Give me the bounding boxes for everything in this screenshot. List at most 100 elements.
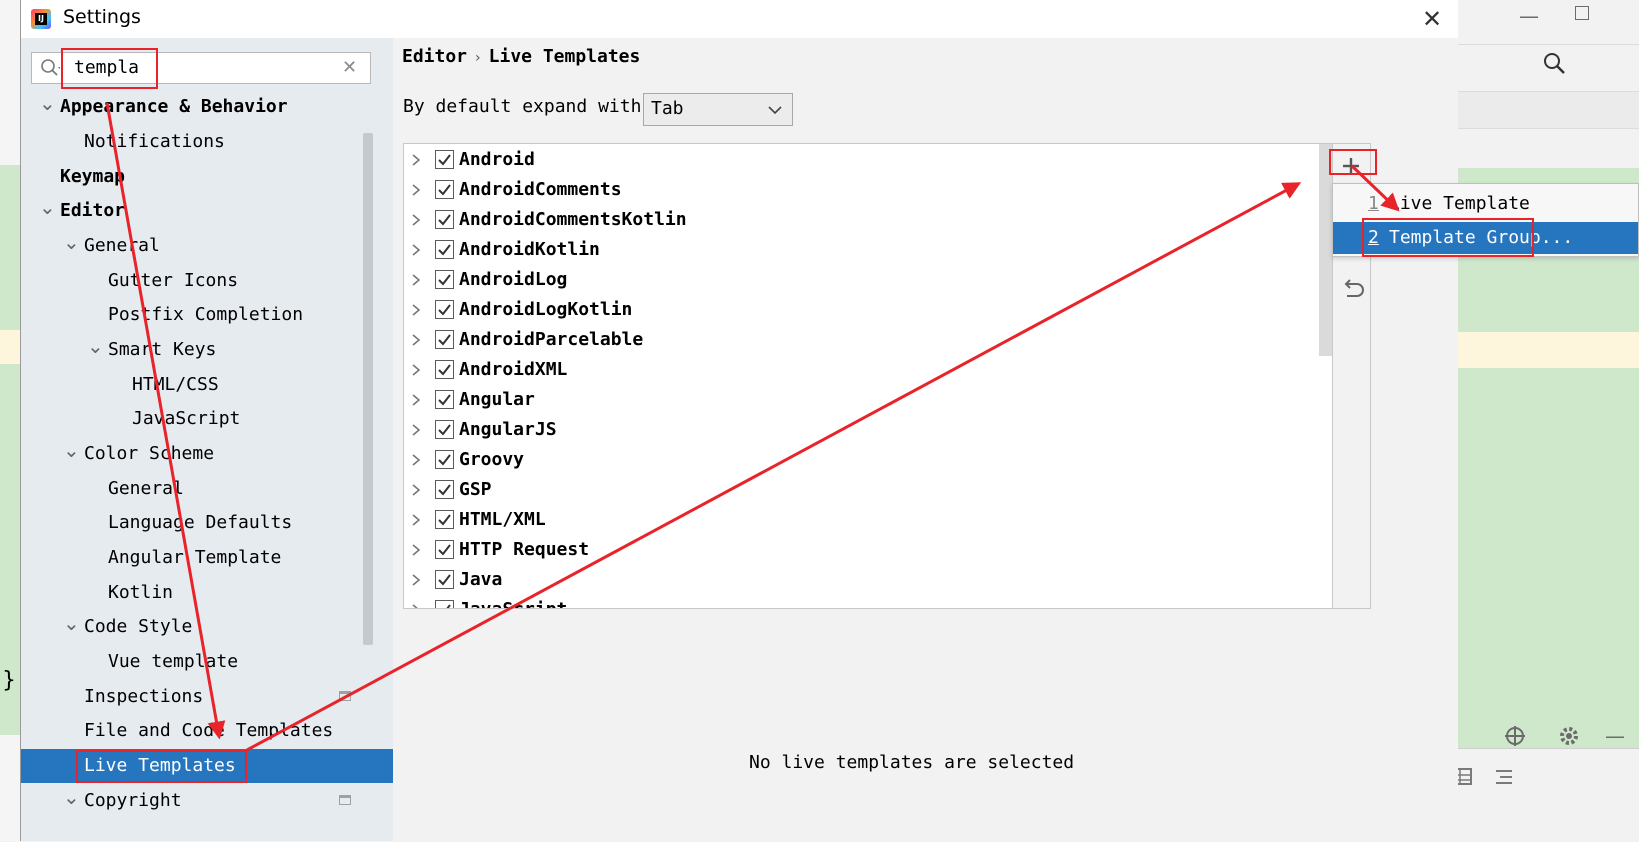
- template-group-checkbox[interactable]: [435, 570, 454, 589]
- chevron-right-icon[interactable]: [410, 574, 422, 586]
- template-group-checkbox[interactable]: [435, 330, 454, 349]
- chevron-right-icon[interactable]: [410, 424, 422, 436]
- tree-item-label: Postfix Completion: [108, 304, 304, 325]
- template-group-row[interactable]: AndroidLogKotlin: [404, 295, 1314, 325]
- ide-right-tab-strip: [1457, 92, 1639, 129]
- dialog-titlebar[interactable]: IJ Settings ✕: [21, 0, 1458, 38]
- template-group-row[interactable]: AndroidCommentsKotlin: [404, 205, 1314, 235]
- template-group-checkbox[interactable]: [435, 510, 454, 529]
- chevron-right-icon[interactable]: [410, 604, 422, 609]
- template-group-row[interactable]: AndroidKotlin: [404, 235, 1314, 265]
- chevron-down-icon[interactable]: ⌄: [63, 784, 80, 810]
- chevron-right-icon[interactable]: [410, 364, 422, 376]
- list-scrollbar[interactable]: [1319, 144, 1332, 356]
- settings-nav-panel: templa ✕ ⌄ Appearance & Behavior Notificat…: [21, 38, 393, 841]
- template-group-checkbox[interactable]: [435, 300, 454, 319]
- tree-item[interactable]: Notifications: [21, 125, 393, 159]
- template-group-row[interactable]: HTTP Request: [404, 535, 1314, 565]
- template-group-checkbox[interactable]: [435, 240, 454, 259]
- template-group-row[interactable]: Groovy: [404, 445, 1314, 475]
- chevron-down-icon[interactable]: ⌄: [39, 90, 56, 116]
- maximize-icon[interactable]: [1575, 6, 1589, 20]
- tree-item[interactable]: ⌄ Code Style: [21, 610, 393, 644]
- tree-item-label: Vue template: [108, 651, 239, 672]
- tree-item[interactable]: ⌄ Editor: [21, 194, 393, 228]
- tree-item[interactable]: Postfix Completion: [21, 298, 393, 332]
- tree-item[interactable]: Gutter Icons: [21, 264, 393, 298]
- chevron-right-icon[interactable]: [410, 274, 422, 286]
- template-group-checkbox[interactable]: [435, 420, 454, 439]
- chevron-right-icon[interactable]: [410, 454, 422, 466]
- tree-item[interactable]: Language Defaults: [21, 506, 393, 540]
- chevron-right-icon[interactable]: [410, 154, 422, 166]
- chevron-right-icon[interactable]: [410, 544, 422, 556]
- tree-item[interactable]: ⌄ Copyright: [21, 784, 393, 818]
- chevron-right-icon[interactable]: [410, 334, 422, 346]
- tree-item[interactable]: Inspections: [21, 680, 393, 714]
- template-group-row[interactable]: JavaScript: [404, 595, 1314, 609]
- close-icon[interactable]: ✕: [1417, 4, 1447, 34]
- chevron-right-icon[interactable]: [410, 244, 422, 256]
- tree-item[interactable]: General: [21, 472, 393, 506]
- template-group-checkbox[interactable]: [435, 270, 454, 289]
- collapse-icon[interactable]: —: [1605, 724, 1625, 748]
- chevron-right-icon[interactable]: [410, 394, 422, 406]
- nav-scrollbar[interactable]: [363, 133, 373, 645]
- popup-menu-item[interactable]: 1 Live Template: [1333, 188, 1638, 220]
- tree-item[interactable]: Vue template: [21, 645, 393, 679]
- template-group-checkbox[interactable]: [435, 360, 454, 379]
- chevron-down-icon[interactable]: ⌄: [87, 333, 104, 359]
- checkmark-icon: [438, 574, 451, 586]
- tree-item[interactable]: ⌄ Color Scheme: [21, 437, 393, 471]
- template-group-name: AndroidComments: [459, 179, 622, 200]
- tree-item[interactable]: ⌄ General: [21, 229, 393, 263]
- template-group-row[interactable]: Angular: [404, 385, 1314, 415]
- chevron-right-icon[interactable]: [410, 184, 422, 196]
- template-group-checkbox[interactable]: [435, 150, 454, 169]
- target-icon[interactable]: [1503, 724, 1527, 748]
- chevron-down-icon[interactable]: ⌄: [39, 194, 56, 220]
- template-group-row[interactable]: Android: [404, 145, 1314, 175]
- expand-with-select[interactable]: Tab: [643, 93, 793, 126]
- template-group-row[interactable]: HTML/XML: [404, 505, 1314, 535]
- template-group-checkbox[interactable]: [435, 480, 454, 499]
- template-group-row[interactable]: GSP: [404, 475, 1314, 505]
- tree-item[interactable]: HTML/CSS: [21, 368, 393, 402]
- tree-item[interactable]: Angular Template: [21, 541, 393, 575]
- chevron-down-icon[interactable]: ⌄: [63, 610, 80, 636]
- template-group-name: AndroidLogKotlin: [459, 299, 633, 320]
- template-group-row[interactable]: AngularJS: [404, 415, 1314, 445]
- chevron-down-icon[interactable]: ⌄: [63, 437, 80, 463]
- tree-item[interactable]: ⌄ Appearance & Behavior: [21, 90, 393, 124]
- template-group-checkbox[interactable]: [435, 180, 454, 199]
- gear-icon[interactable]: [1557, 724, 1581, 748]
- template-group-row[interactable]: AndroidParcelable: [404, 325, 1314, 355]
- template-group-checkbox[interactable]: [435, 540, 454, 559]
- structure-icon[interactable]: [1493, 766, 1515, 788]
- undo-icon[interactable]: [1339, 276, 1365, 302]
- minimize-icon[interactable]: —: [1519, 4, 1539, 28]
- template-group-checkbox[interactable]: [435, 450, 454, 469]
- template-group-checkbox[interactable]: [435, 600, 454, 608]
- tree-item[interactable]: Kotlin: [21, 576, 393, 610]
- template-group-row[interactable]: AndroidLog: [404, 265, 1314, 295]
- chevron-right-icon[interactable]: [410, 514, 422, 526]
- template-group-checkbox[interactable]: [435, 210, 454, 229]
- template-group-row[interactable]: AndroidComments: [404, 175, 1314, 205]
- template-group-row[interactable]: Java: [404, 565, 1314, 595]
- chevron-right-icon[interactable]: [410, 304, 422, 316]
- chevron-right-icon[interactable]: [410, 214, 422, 226]
- checkmark-icon: [438, 154, 451, 166]
- chevron-down-icon[interactable]: ⌄: [63, 229, 80, 255]
- chevron-right-icon[interactable]: [410, 484, 422, 496]
- tree-item[interactable]: Keymap: [21, 160, 393, 194]
- tree-item[interactable]: ⌄ Smart Keys: [21, 333, 393, 367]
- tree-item[interactable]: JavaScript: [21, 402, 393, 436]
- tree-item-label: Gutter Icons: [108, 270, 239, 291]
- template-group-checkbox[interactable]: [435, 390, 454, 409]
- tree-item[interactable]: File and Code Templates: [21, 714, 393, 748]
- template-group-row[interactable]: AndroidXML: [404, 355, 1314, 385]
- tree-item-label: Kotlin: [108, 582, 174, 603]
- clear-search-icon[interactable]: ✕: [342, 57, 357, 78]
- search-icon[interactable]: [1543, 52, 1567, 76]
